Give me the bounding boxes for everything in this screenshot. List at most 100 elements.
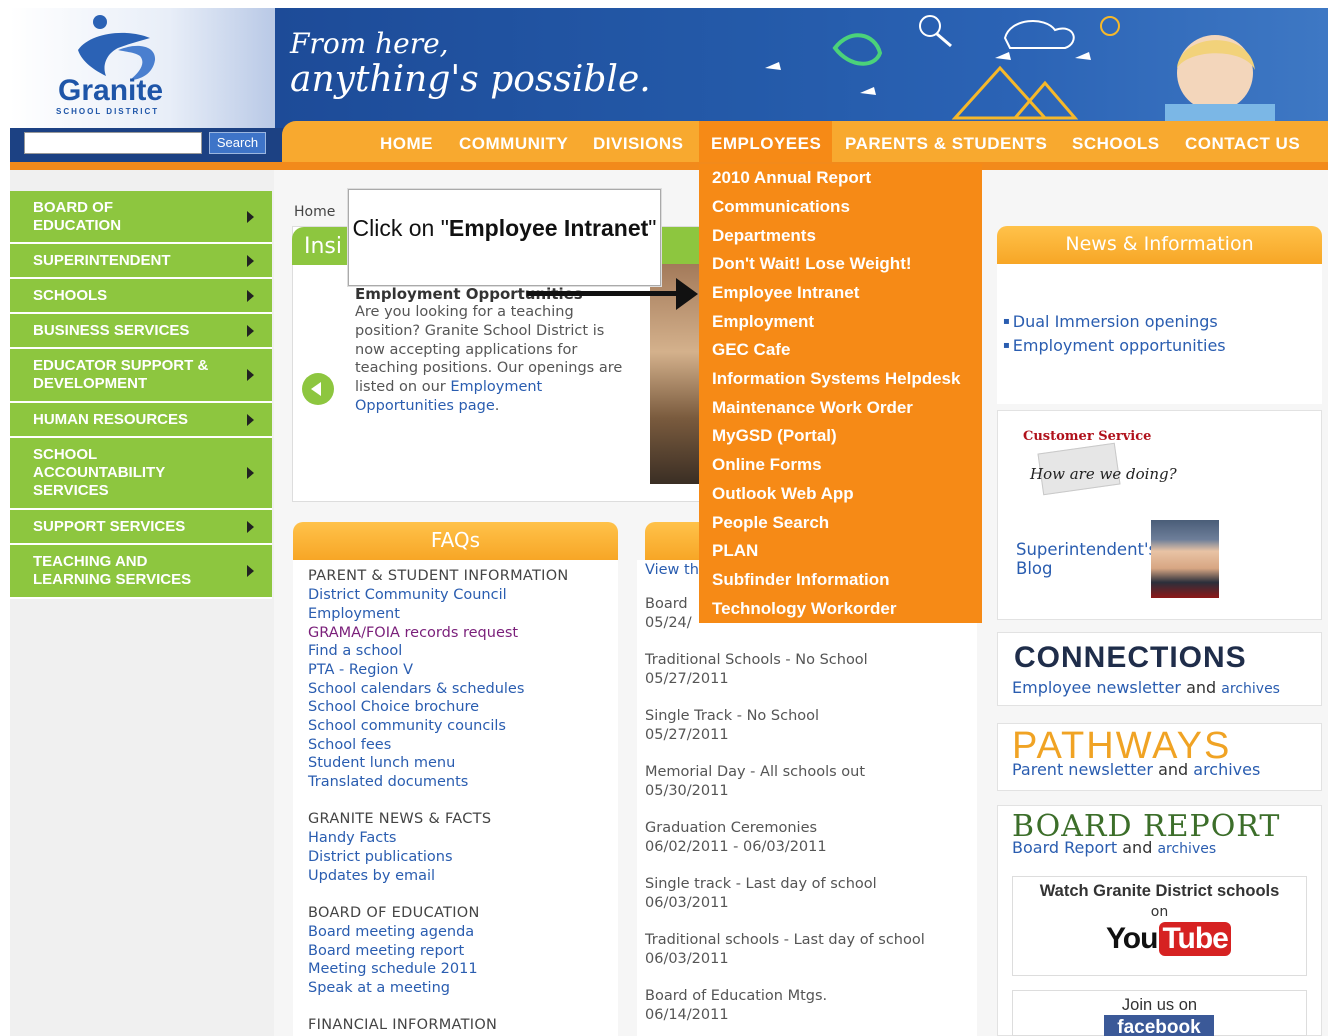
chevron-right-icon — [247, 289, 254, 302]
how-are-we-doing-link[interactable]: How are we doing? — [1030, 465, 1177, 483]
sidebar-item-board-of-education[interactable]: BOARD OF EDUCATION — [10, 191, 272, 244]
nav-community[interactable]: COMMUNITY — [459, 134, 568, 154]
event-title: Single track - Last day of school — [645, 876, 877, 892]
sidebar-item-business-services[interactable]: BUSINESS SERVICES — [10, 314, 272, 349]
sidebar-item-teaching-learning[interactable]: TEACHING AND LEARNING SERVICES — [10, 545, 272, 599]
faq-link[interactable]: District publications — [308, 849, 453, 865]
menu-item-mygsd[interactable]: MyGSD (Portal) — [712, 426, 837, 446]
logo-subtext: SCHOOL DISTRICT — [56, 107, 160, 116]
menu-item-outlook[interactable]: Outlook Web App — [712, 484, 854, 504]
employee-newsletter-link[interactable]: Employee newsletter — [1012, 678, 1181, 697]
faq-link[interactable]: School fees — [308, 737, 391, 753]
faq-link[interactable]: Updates by email — [308, 868, 435, 884]
faq-link[interactable]: Meeting schedule 2011 — [308, 961, 478, 977]
board-report-link[interactable]: Board Report — [1012, 838, 1117, 857]
sidebar-item-label: TEACHING AND LEARNING SERVICES — [33, 553, 192, 588]
parent-newsletter-link[interactable]: Parent newsletter — [1012, 760, 1153, 779]
youtube-title: Watch Granite District schools — [1039, 882, 1280, 900]
youtube-logo-icon[interactable]: You Tube — [1106, 922, 1231, 956]
news-link-dual-immersion[interactable]: Dual Immersion openings — [1003, 312, 1218, 331]
event-title: Traditional schools - Last day of school — [645, 932, 925, 948]
sidebar-item-schools[interactable]: SCHOOLS — [10, 279, 272, 314]
faq-link[interactable]: Find a school — [308, 643, 402, 659]
faq-link[interactable]: Employment — [308, 606, 400, 622]
sidebar-item-label: BUSINESS SERVICES — [33, 321, 190, 339]
feature-body: Are you looking for a teaching position?… — [355, 303, 630, 416]
faq-link[interactable]: Speak at a meeting — [308, 980, 450, 996]
logo-text: Granite — [58, 74, 164, 107]
superintendent-photo[interactable] — [1151, 520, 1219, 598]
pathways-subline: Parent newsletter and archives — [1012, 760, 1260, 779]
nav-home[interactable]: HOME — [380, 134, 433, 154]
facebook-title: Join us on — [1121, 996, 1198, 1014]
menu-item-maintenance[interactable]: Maintenance Work Order — [712, 398, 913, 418]
faq-link[interactable]: Handy Facts — [308, 830, 396, 846]
facebook-logo-icon[interactable]: facebook — [1104, 1015, 1214, 1036]
superintendent-blog-link[interactable]: Superintendent's Blog — [1016, 540, 1157, 578]
nav-parents-students[interactable]: PARENTS & STUDENTS — [845, 134, 1047, 154]
breadcrumb[interactable]: Home — [294, 204, 335, 220]
faq-link[interactable]: School community councils — [308, 718, 506, 734]
customer-service-title[interactable]: Customer Service — [1023, 429, 1151, 444]
faq-link[interactable]: School Choice brochure — [308, 699, 479, 715]
menu-item-departments[interactable]: Departments — [712, 226, 816, 246]
nav-contact-us[interactable]: CONTACT US — [1185, 134, 1300, 154]
nav-underline — [10, 162, 1328, 170]
faq-link[interactable]: Student lunch menu — [308, 755, 455, 771]
view-calendar-link[interactable]: View th — [645, 561, 699, 580]
menu-item-lose-weight[interactable]: Don't Wait! Lose Weight! — [712, 254, 912, 274]
faq-link[interactable]: Board meeting report — [308, 943, 464, 959]
faq-link[interactable]: PTA - Region V — [308, 662, 413, 678]
menu-item-gec-cafe[interactable]: GEC Cafe — [712, 340, 790, 360]
faq-heading-financial: FINANCIAL INFORMATION — [308, 1017, 498, 1033]
sidebar-item-superintendent[interactable]: SUPERINTENDENT — [10, 244, 272, 279]
menu-item-online-forms[interactable]: Online Forms — [712, 455, 822, 475]
menu-item-employment[interactable]: Employment — [712, 312, 814, 332]
news-link-employment[interactable]: Employment opportunities — [1003, 336, 1226, 355]
connections-archives-link[interactable]: archives — [1221, 681, 1280, 697]
callout-text-before: Click on " — [352, 215, 449, 241]
logo[interactable]: Granite SCHOOL DISTRICT — [10, 8, 275, 128]
faq-link[interactable]: Translated documents — [308, 774, 468, 790]
event-title: Board — [645, 596, 688, 612]
faq-link[interactable]: Board meeting agenda — [308, 924, 474, 940]
previous-arrow-icon[interactable] — [302, 373, 334, 405]
event-item: Traditional schools - Last day of school… — [645, 931, 925, 969]
chevron-right-icon — [247, 520, 254, 533]
search-input[interactable] — [24, 132, 202, 154]
menu-item-annual-report[interactable]: 2010 Annual Report — [712, 168, 871, 188]
menu-item-people-search[interactable]: People Search — [712, 513, 829, 533]
nav-schools[interactable]: SCHOOLS — [1072, 134, 1160, 154]
faq-link[interactable]: District Community Council — [308, 587, 507, 603]
arrow-right-icon — [676, 278, 698, 310]
event-date: 06/02/2011 - 06/03/2011 — [645, 839, 827, 855]
event-item: Traditional Schools - No School 05/27/201… — [645, 651, 868, 689]
menu-item-plan[interactable]: PLAN — [712, 541, 758, 561]
sidebar-item-label: SUPERINTENDENT — [33, 251, 171, 269]
menu-item-helpdesk[interactable]: Information Systems Helpdesk — [712, 369, 960, 389]
search-button[interactable]: Search — [209, 132, 266, 154]
and-text: and — [1122, 838, 1153, 857]
event-date: 06/03/2011 — [645, 895, 729, 911]
event-title: Memorial Day - All schools out — [645, 764, 866, 780]
sidebar-item-educator-support[interactable]: EDUCATOR SUPPORT & DEVELOPMENT — [10, 349, 272, 403]
connections-logo[interactable]: CONNECTIONS — [1014, 641, 1247, 675]
menu-item-subfinder[interactable]: Subfinder Information — [712, 570, 890, 590]
event-title: Single Track - No School — [645, 708, 820, 724]
chevron-right-icon — [247, 210, 254, 223]
menu-item-communications[interactable]: Communications — [712, 197, 850, 217]
board-report-archives-link[interactable]: archives — [1157, 841, 1216, 857]
nav-employees[interactable]: EMPLOYEES — [711, 134, 821, 154]
sidebar-item-support-services[interactable]: SUPPORT SERVICES — [10, 510, 272, 545]
faq-link[interactable]: GRAMA/FOIA records request — [308, 625, 518, 641]
menu-item-tech-workorder[interactable]: Technology Workorder — [712, 599, 897, 619]
sidebar-item-label: EDUCATOR SUPPORT & DEVELOPMENT — [33, 357, 209, 392]
nav-divisions[interactable]: DIVISIONS — [593, 134, 683, 154]
event-date: 06/03/2011 — [645, 951, 729, 967]
event-item: Memorial Day - All schools out 05/30/2011 — [645, 763, 865, 801]
sidebar-item-school-accountability[interactable]: SCHOOL ACCOUNTABILITY SERVICES — [10, 438, 272, 510]
pathways-archives-link[interactable]: archives — [1193, 760, 1260, 779]
menu-item-employee-intranet[interactable]: Employee Intranet — [712, 283, 859, 303]
faq-link[interactable]: School calendars & schedules — [308, 681, 524, 697]
sidebar-item-human-resources[interactable]: HUMAN RESOURCES — [10, 403, 272, 438]
